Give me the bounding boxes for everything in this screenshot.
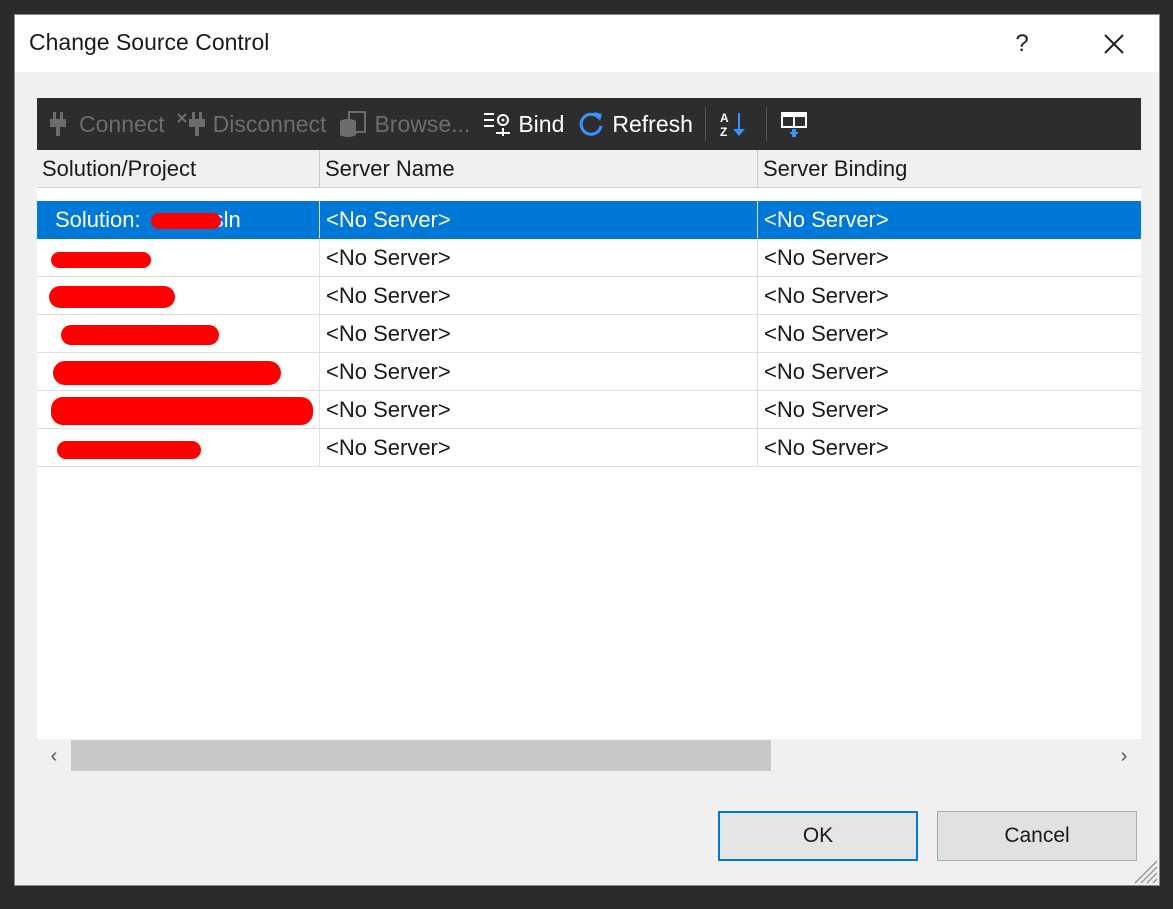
bind-button[interactable]: Bind	[476, 98, 570, 150]
close-icon	[1104, 33, 1124, 54]
cancel-button[interactable]: Cancel	[937, 811, 1137, 861]
redaction-mark	[53, 361, 281, 385]
server-name-cell: <No Server>	[320, 429, 758, 466]
browse-button[interactable]: Browse...	[332, 98, 476, 150]
redaction-mark	[51, 397, 313, 425]
toolbar: Connect Disconnect Browse... Bind Refres…	[37, 98, 1141, 150]
bind-label: Bind	[518, 110, 565, 137]
table-row[interactable]: <No Server> <No Server>	[37, 239, 1141, 277]
server-name-cell: <No Server>	[320, 277, 758, 314]
server-binding-cell: <No Server>	[764, 283, 889, 308]
connect-button[interactable]: Connect	[37, 98, 171, 150]
scrollbar-thumb[interactable]	[71, 740, 771, 771]
unplug-icon	[176, 109, 207, 139]
scroll-left-button[interactable]: ‹	[37, 739, 71, 773]
bind-icon	[482, 109, 512, 139]
horizontal-scrollbar[interactable]: ‹ ›	[37, 739, 1141, 773]
server-binding-cell: <No Server>	[764, 207, 889, 232]
server-binding-cell: <No Server>	[764, 397, 889, 422]
sort-button[interactable]: AZ	[712, 98, 760, 150]
server-binding-cell: <No Server>	[764, 435, 889, 460]
refresh-label: Refresh	[612, 110, 693, 137]
redaction-mark	[57, 441, 201, 459]
grid-header: Solution/Project Server Name Server Bind…	[37, 150, 1141, 188]
column-options-button[interactable]	[773, 98, 821, 150]
table-row[interactable]: <No Server> <No Server>	[37, 429, 1141, 467]
toolbar-separator	[765, 107, 767, 141]
title-bar: Change Source Control ?	[15, 15, 1159, 72]
sort-az-icon: AZ	[718, 109, 748, 139]
column-options-icon	[779, 109, 809, 139]
refresh-icon	[576, 109, 606, 139]
help-button[interactable]: ?	[999, 15, 1045, 72]
dialog-title: Change Source Control	[29, 29, 270, 55]
database-browse-icon	[338, 109, 368, 139]
server-name-cell: <No Server>	[320, 315, 758, 352]
table-row[interactable]: <No Server> <No Server>	[37, 277, 1141, 315]
table-row[interactable]: <No Server> <No Server>	[37, 315, 1141, 353]
server-name-cell: <No Server>	[320, 353, 758, 390]
column-header-server-name[interactable]: Server Name	[320, 150, 758, 187]
project-name: Solution:	[55, 207, 141, 232]
disconnect-button[interactable]: Disconnect	[171, 98, 333, 150]
disconnect-label: Disconnect	[212, 110, 327, 137]
server-binding-cell: <No Server>	[764, 245, 889, 270]
server-name-cell: <No Server>	[320, 239, 758, 276]
server-name-cell: <No Server>	[320, 391, 758, 428]
redaction-mark	[151, 213, 221, 229]
svg-text:A: A	[720, 111, 729, 125]
redaction-mark	[51, 252, 151, 268]
plug-icon	[43, 109, 73, 139]
column-header-solution-project[interactable]: Solution/Project	[37, 150, 320, 187]
connect-label: Connect	[79, 110, 165, 137]
redaction-mark	[49, 286, 175, 308]
scroll-right-button[interactable]: ›	[1107, 739, 1141, 773]
browse-label: Browse...	[374, 110, 471, 137]
close-button[interactable]	[1091, 15, 1137, 72]
refresh-button[interactable]: Refresh	[570, 98, 699, 150]
change-source-control-dialog: Change Source Control ? Connect Disconne…	[14, 14, 1160, 886]
server-binding-cell: <No Server>	[764, 321, 889, 346]
source-control-grid: Solution/Project Server Name Server Bind…	[37, 150, 1141, 741]
resize-grip-icon[interactable]	[1129, 855, 1159, 885]
server-name-cell: <No Server>	[320, 201, 758, 238]
table-row[interactable]: <No Server> <No Server>	[37, 353, 1141, 391]
svg-text:Z: Z	[720, 125, 727, 139]
ok-button[interactable]: OK	[718, 811, 918, 861]
table-row[interactable]: Solution: sln <No Server> <No Server>	[37, 201, 1141, 239]
toolbar-separator	[704, 107, 706, 141]
table-row[interactable]: <No Server> <No Server>	[37, 391, 1141, 429]
column-header-server-binding[interactable]: Server Binding	[758, 150, 1141, 187]
redaction-mark	[61, 325, 219, 345]
server-binding-cell: <No Server>	[764, 359, 889, 384]
